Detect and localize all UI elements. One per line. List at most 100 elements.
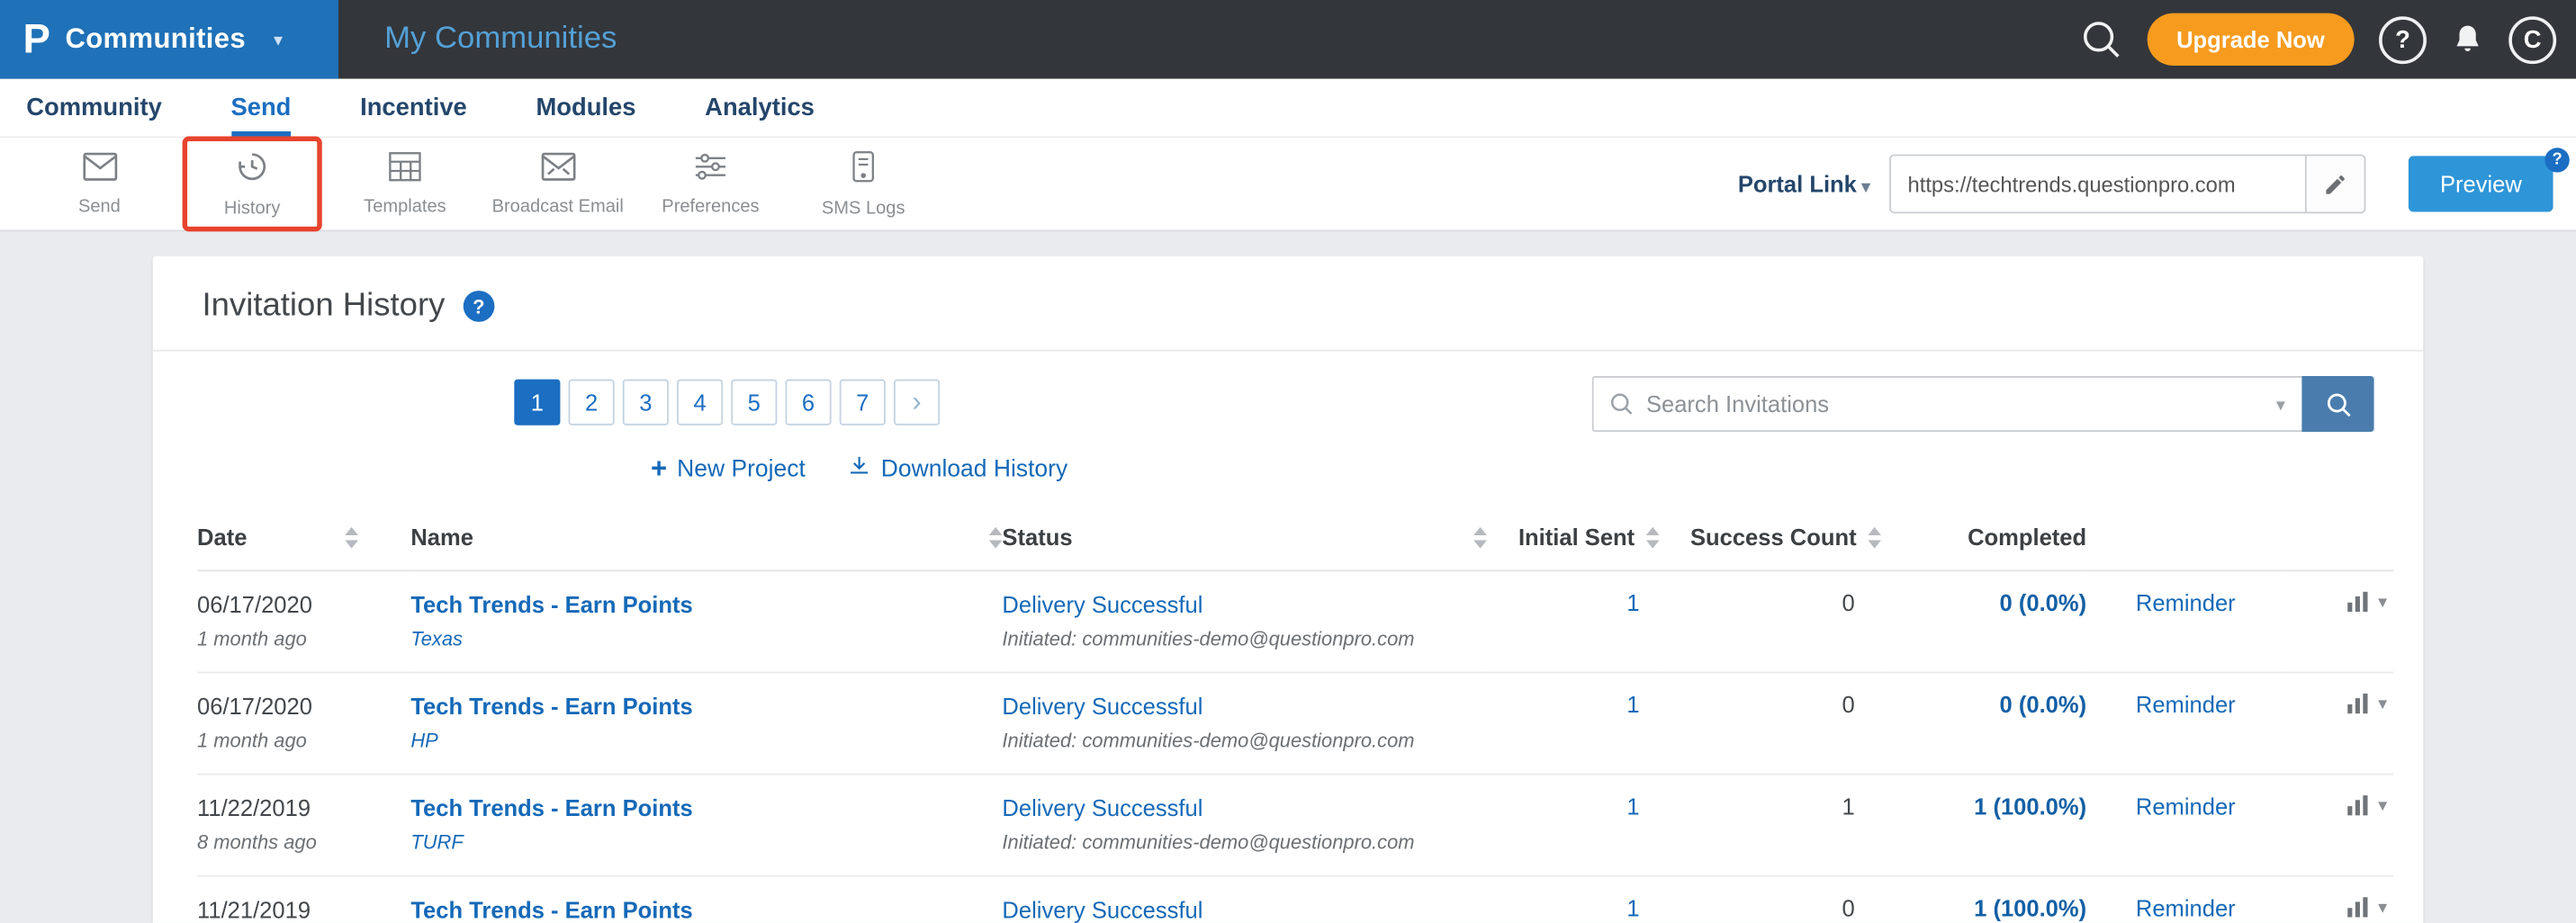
toolbar-item-sms-logs[interactable]: SMS Logs: [787, 149, 940, 219]
invite-tag[interactable]: HP: [410, 729, 1002, 752]
column-date: Date: [197, 524, 247, 550]
toolbar-item-history[interactable]: History: [176, 149, 329, 219]
table-actions-row: + New Project Download History: [284, 432, 1435, 488]
toolbar-item-preferences[interactable]: Preferences: [635, 151, 788, 217]
edit-pencil-icon[interactable]: [2305, 156, 2364, 211]
help-icon[interactable]: ?: [2544, 148, 2569, 172]
chevron-down-icon: ▾: [1861, 179, 1869, 197]
invite-tag[interactable]: TURF: [410, 831, 1002, 855]
page-button-5[interactable]: 5: [731, 380, 777, 426]
history-icon: [235, 149, 269, 192]
chevron-down-icon: ▾: [2378, 794, 2387, 816]
toolbar-item-label: Broadcast Email: [492, 197, 624, 217]
invite-tag[interactable]: Texas: [410, 627, 1002, 650]
sms-logs-icon: [851, 149, 876, 192]
sort-icon[interactable]: [989, 526, 1003, 548]
toolbar-item-label: SMS Logs: [822, 199, 905, 219]
search-field-wrap: ▾: [1592, 376, 2302, 432]
success-count: 1: [1842, 793, 1855, 820]
avatar[interactable]: C: [2508, 15, 2556, 63]
initial-sent-count[interactable]: 1: [1626, 589, 1639, 615]
toolbar-item-templates[interactable]: Templates: [329, 151, 482, 217]
invite-name-link[interactable]: Tech Trends - Earn Points: [410, 793, 1002, 825]
initial-sent-count[interactable]: 1: [1626, 895, 1639, 921]
reminder-link[interactable]: Reminder: [2136, 691, 2236, 717]
invite-name-link[interactable]: Tech Trends - Earn Points: [410, 691, 1002, 722]
invite-initiated-by: Initiated: communities-demo@questionpro.…: [1002, 729, 1486, 753]
page-button-4[interactable]: 4: [677, 380, 723, 426]
tab-analytics[interactable]: Analytics: [705, 79, 815, 137]
page-button-3[interactable]: 3: [623, 380, 669, 426]
report-chart-dropdown[interactable]: ▾: [2346, 793, 2387, 817]
table-row: 11/22/20198 months ago Tech Trends - Ear…: [197, 775, 2393, 876]
invitation-table-wrap: Date Name Status Initial Sent Success Co…: [153, 511, 2424, 923]
next-page-button[interactable]: ›: [894, 380, 940, 426]
portal-url-group: [1889, 155, 2365, 214]
initial-sent-count[interactable]: 1: [1626, 793, 1639, 820]
page-button-1[interactable]: 1: [514, 380, 560, 426]
column-status: Status: [1002, 524, 1072, 550]
invite-name-link[interactable]: Tech Trends - Earn Points: [410, 895, 1002, 923]
invite-date: 06/17/2020: [197, 589, 410, 621]
portal-link-dropdown[interactable]: Portal Link▾: [1738, 171, 1870, 197]
invite-date: 11/21/2019: [197, 895, 410, 923]
download-icon: [848, 453, 871, 485]
column-success-count: Success Count: [1690, 524, 1857, 550]
bell-icon[interactable]: [2451, 22, 2484, 58]
portal-url-input[interactable]: [1891, 156, 2305, 211]
topbar-actions: Upgrade Now ? C: [2079, 13, 2576, 66]
toolbar-item-send[interactable]: Send: [23, 151, 176, 217]
table-row: 06/17/20201 month ago Tech Trends - Earn…: [197, 672, 2393, 774]
toolbar-item-label: History: [224, 199, 280, 219]
toolbar-item-label: Send: [78, 197, 121, 217]
invite-status: Delivery Successful: [1002, 691, 1486, 722]
download-history-link[interactable]: Download History: [848, 453, 1067, 485]
search-icon: [1608, 390, 1635, 425]
invitation-history-table: Date Name Status Initial Sent Success Co…: [197, 511, 2393, 923]
sort-icon[interactable]: [1646, 526, 1660, 548]
completed-value: 0 (0.0%): [1881, 570, 2086, 672]
search-button[interactable]: [2301, 376, 2373, 432]
main-nav: Community Send Incentive Modules Analyti…: [0, 79, 2576, 139]
invite-initiated-by: Initiated: communities-demo@questionpro.…: [1002, 627, 1486, 651]
report-chart-dropdown[interactable]: ▾: [2346, 589, 2387, 613]
brand-name: Communities: [65, 23, 246, 57]
broadcast-email-icon: [540, 151, 576, 191]
chevron-down-icon[interactable]: ▾: [2276, 394, 2285, 416]
sort-icon[interactable]: [345, 526, 358, 548]
report-chart-dropdown[interactable]: ▾: [2346, 895, 2387, 919]
sort-icon[interactable]: [1473, 526, 1487, 548]
search-invitations-input[interactable]: [1646, 390, 2253, 417]
report-chart-dropdown[interactable]: ▾: [2346, 691, 2387, 714]
preview-button[interactable]: Preview: [2409, 156, 2553, 211]
reminder-link[interactable]: Reminder: [2136, 793, 2236, 820]
toolbar-item-broadcast-email[interactable]: Broadcast Email: [482, 151, 635, 217]
card-title: Invitation History: [203, 287, 446, 325]
pagination: 1 2 3 4 5 6 7 ›: [514, 380, 940, 426]
toolbar-item-label: Preferences: [662, 197, 759, 217]
history-controls: 1 2 3 4 5 6 7 › ▾: [153, 352, 2424, 432]
search-icon[interactable]: [2079, 18, 2121, 60]
tab-community[interactable]: Community: [26, 79, 162, 137]
send-icon: [81, 151, 117, 191]
invite-name-link[interactable]: Tech Trends - Earn Points: [410, 589, 1002, 621]
plus-icon: +: [651, 455, 667, 483]
sort-icon[interactable]: [1868, 526, 1881, 548]
tab-modules[interactable]: Modules: [536, 79, 635, 137]
page-button-6[interactable]: 6: [785, 380, 831, 426]
invite-date-ago: 1 month ago: [197, 627, 410, 651]
new-project-link[interactable]: + New Project: [651, 453, 806, 485]
communities-product-switcher[interactable]: P Communities ▾: [0, 0, 338, 79]
chevron-down-icon: ▾: [2378, 896, 2387, 918]
help-icon[interactable]: ?: [463, 291, 494, 322]
initial-sent-count[interactable]: 1: [1626, 691, 1639, 717]
page-button-2[interactable]: 2: [569, 380, 615, 426]
tab-incentive[interactable]: Incentive: [360, 79, 467, 137]
upgrade-now-button[interactable]: Upgrade Now: [2147, 13, 2354, 66]
reminder-link[interactable]: Reminder: [2136, 895, 2236, 921]
page-button-7[interactable]: 7: [840, 380, 886, 426]
help-icon[interactable]: ?: [2379, 15, 2427, 63]
reminder-link[interactable]: Reminder: [2136, 589, 2236, 615]
column-completed: Completed: [1881, 511, 2086, 571]
tab-send[interactable]: Send: [230, 79, 291, 137]
